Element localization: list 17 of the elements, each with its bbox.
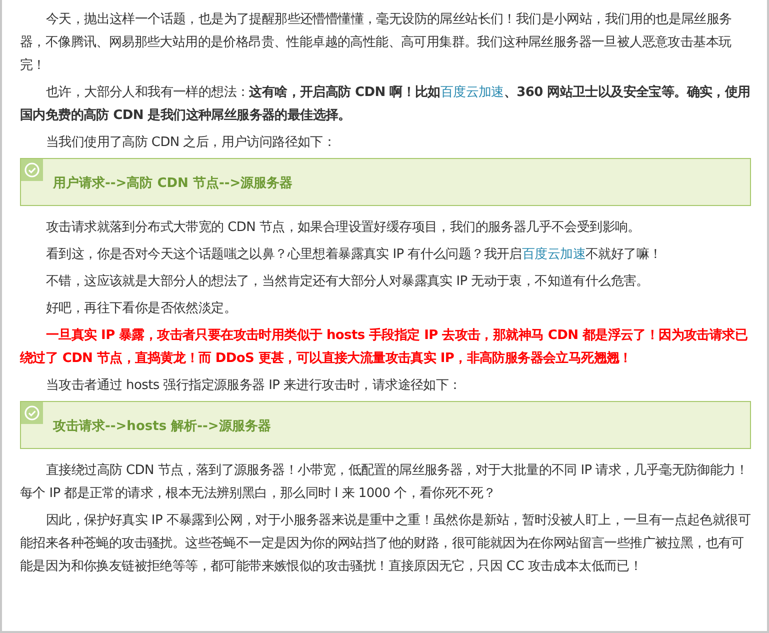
paragraph: 看到这，你是否对今天这个话题嗤之以鼻？心里想着暴露真实 IP 有什么问题？我开启百度云加速不就好了嘛！ [45,246,663,264]
paragraph: 今天，抛出这样一个话题，也是为了提醒那些还懵懵懂懂，毫无设防的屌丝站长们！我们是小网站，我们用的也是屌丝服务器，不像腾讯、网易那些大站用的是价格昂贵、性能卓越的高性能、高可用集群。我们这种屌丝服务器一旦被人恶意攻击基本玩完！ [20,11,733,75]
text-link[interactable]: 百度云加速 [522,247,586,262]
paragraph: 当攻击者通过 hosts 强行指定源服务器 IP 来进行攻击时，请求途径如下： [45,377,462,395]
check-icon [21,159,43,181]
paragraph: 也许，大部分人和我有一样的想法：这有啥，开启高防 CDN 啊！比如百度云加速、360 网站卫士以及安全宝等。确实，使用国内免费的高防 CDN 是我们这种屌丝服务器的最佳选择。 [20,84,751,125]
check-icon [21,402,43,424]
text-link[interactable]: 百度云加速 [440,85,504,100]
paragraph: 不错，这应该就是大部分人的想法了，当然肯定还有大部分人对暴露真实 IP 无动于衷，不知道有什么危害。 [45,273,650,291]
note-text: 用户请求-->高防 CDN 节点-->源服务器 [53,174,293,193]
paragraph: 直接绕过高防 CDN 节点，落到了源服务器！小带宽，低配置的屌丝服务器，对于大批量的不同 IP 请求，几乎毫无防御能力！每个 IP 都是正常的请求，根本无法辨别黑白，那么同时 l 来 1000 个，看你死不死？ [20,462,750,503]
paragraph: 因此，保护好真实 IP 不暴露到公网，对于小服务器来说是重中之重！虽然你是新站，暂时没被人盯上，一旦有一点起色就很可能招来各种苍蝇的攻击骚扰。这些苍蝇不一定是因为你的网站挡了他的财路，很可能就因为在你网站留言一些推广被拉黑，也有可能是因为和你换友链被拒绝等等，都可能带来嫉恨似的攻击骚扰！直接原因无它，只因 CC 攻击成本太低而已！ [20,512,751,576]
paragraph: 攻击请求就落到分布式大带宽的 CDN 节点，如果合理设置好缓存项目，我们的服务器几乎不会受到影响。 [45,219,642,237]
paragraph: 好吧，再往下看你是否依然淡定。 [45,300,238,318]
note-text: 攻击请求-->hosts 解析-->源服务器 [53,418,271,436]
paragraph: 当我们使用了高防 CDN 之后，用户访问路径如下： [45,134,337,152]
warning-paragraph: 一旦真实 IP 暴露，攻击者只要在攻击时用类似于 hosts 手段指定 IP 去攻击，那就神马 CDN 都是浮云了！因为攻击请求已绕过了 CDN 节点，直捣黄龙！而 DDoS 更甚，可以直接大流量攻击真实 IP，非高防服务器会立马死翘翘！ [20,326,749,368]
